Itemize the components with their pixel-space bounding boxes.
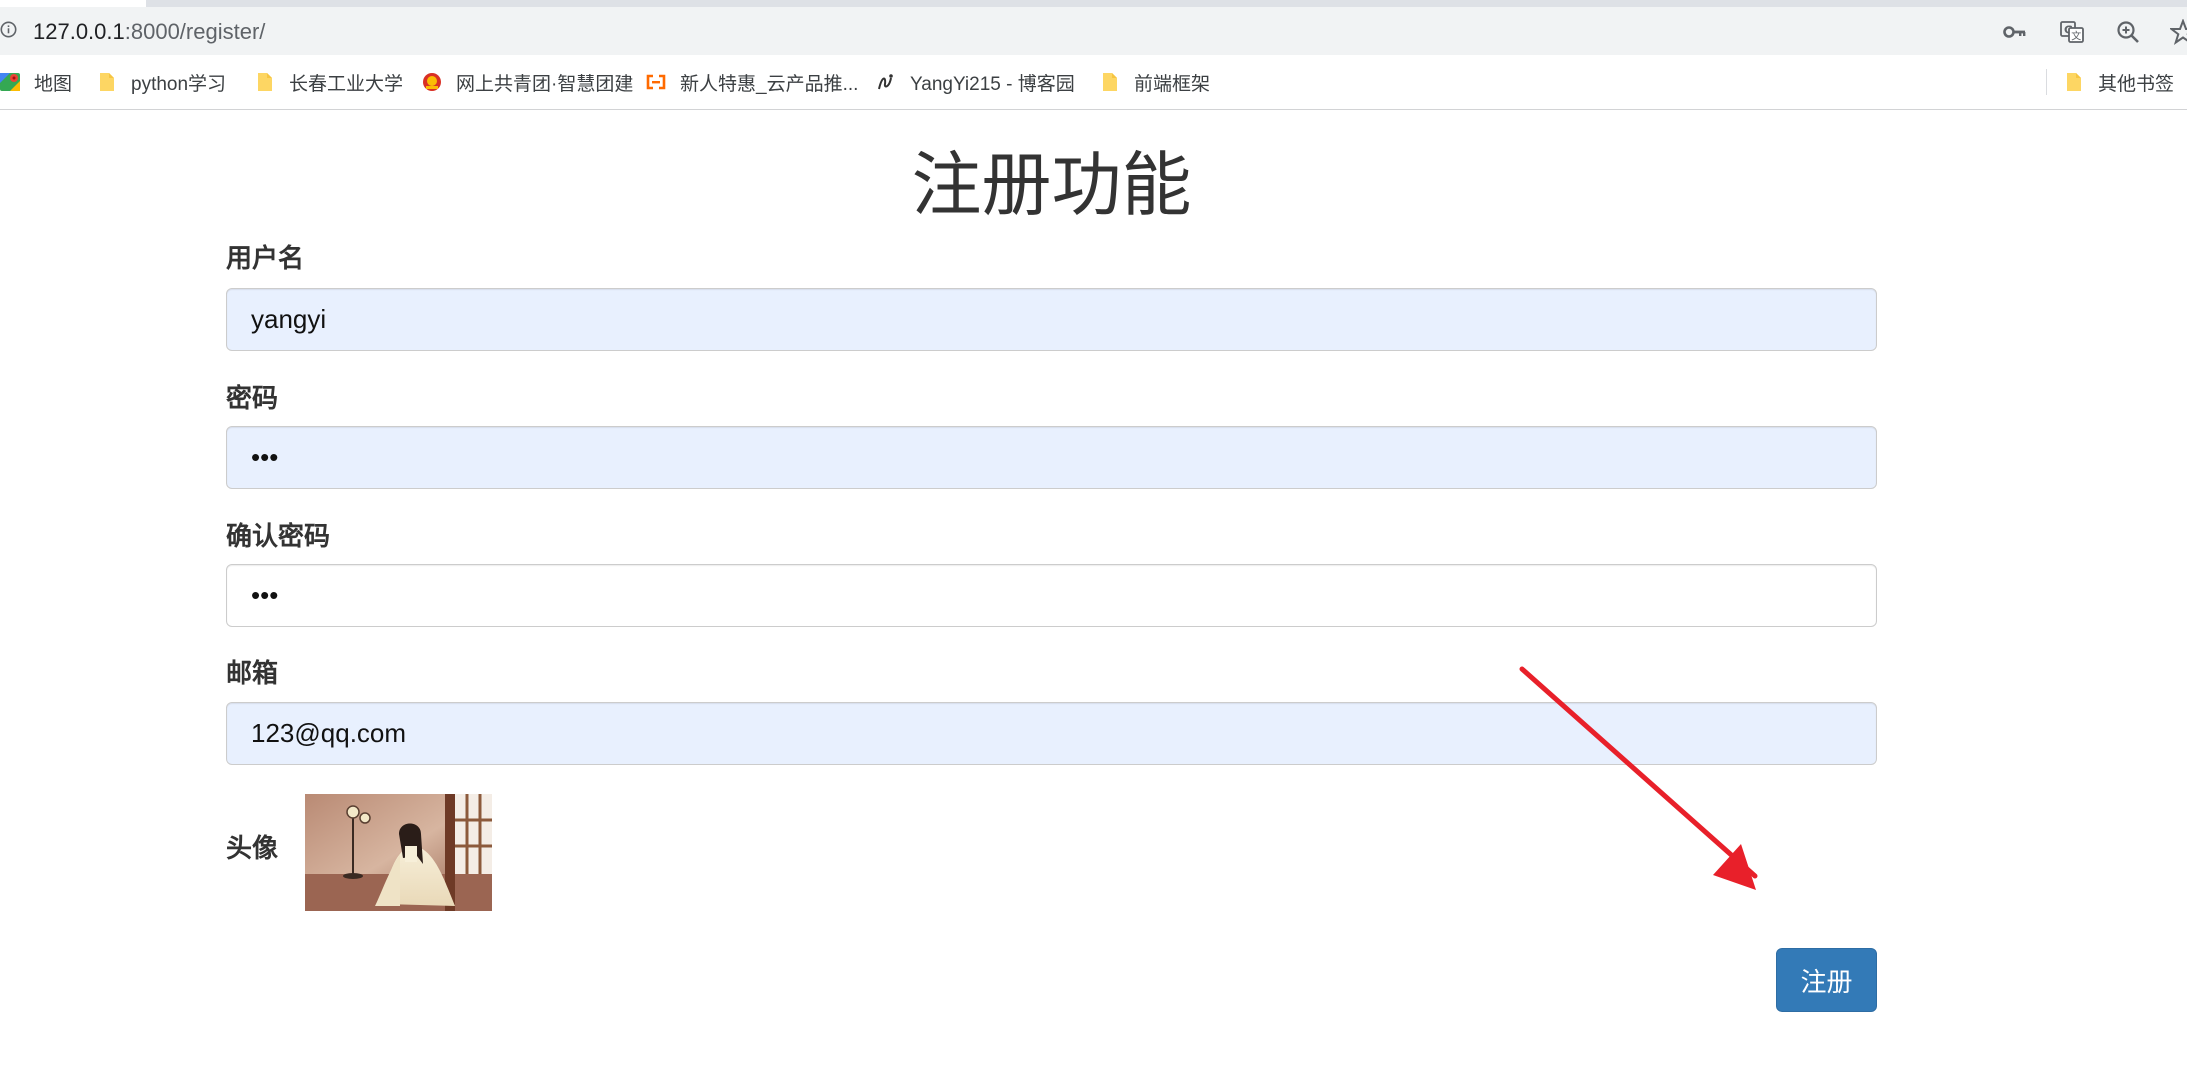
register-button[interactable]: 注册	[1776, 948, 1877, 1012]
address-bar[interactable]: 127.0.0.1:8000/register/ G 文	[0, 7, 2187, 55]
maps-icon	[0, 73, 20, 91]
bookmark-aliyun[interactable]: 新人特惠_云产品推...	[646, 55, 858, 109]
bookmark-frontend[interactable]: 前端框架	[1100, 55, 1210, 109]
bookmark-label: python学习	[131, 73, 227, 95]
tab-strip	[0, 0, 2187, 7]
svg-text:文: 文	[2071, 30, 2081, 43]
page-title: 注册功能	[911, 144, 1192, 226]
annotation-arrow-icon	[1519, 666, 1758, 890]
bookmark-python[interactable]: python学习	[97, 55, 226, 109]
url-host: 127.0.0.1	[33, 19, 125, 44]
youth-league-icon	[423, 73, 441, 91]
bookmark-ccut[interactable]: 长春工业大学	[255, 55, 403, 109]
folder-icon	[258, 73, 272, 91]
folder-icon	[100, 73, 114, 91]
star-icon[interactable]	[2170, 19, 2187, 45]
username-label: 用户名	[226, 244, 305, 274]
username-input[interactable]	[226, 288, 1877, 351]
translate-icon[interactable]: G 文	[2059, 19, 2085, 45]
confirm-password-input[interactable]	[226, 564, 1877, 627]
bookmarks-bar: 地图 python学习 长春工业大学 网上共青团·智慧团建 新人特惠_云产品推.…	[0, 55, 2187, 110]
bookmark-label: YangYi215 - 博客园	[910, 73, 1075, 95]
bookmark-cnblogs[interactable]: YangYi215 - 博客园	[876, 55, 1075, 109]
bookmark-maps[interactable]: 地图	[0, 55, 72, 109]
bookmark-youth-league[interactable]: 网上共青团·智慧团建	[422, 55, 633, 109]
active-tab[interactable]	[0, 0, 146, 7]
key-icon[interactable]	[2002, 19, 2028, 45]
bookmark-label: 前端框架	[1134, 73, 1211, 95]
folder-icon	[1103, 73, 1117, 91]
address-bar-actions: G 文	[1967, 7, 2187, 55]
bookmark-label: 其他书签	[2098, 73, 2175, 95]
bookmark-other[interactable]: 其他书签	[2064, 55, 2174, 109]
password-input[interactable]	[226, 426, 1877, 489]
bookmark-label: 地图	[34, 73, 73, 95]
bookmark-label: 长春工业大学	[289, 73, 404, 95]
cnblogs-icon	[878, 74, 893, 90]
aliyun-icon	[646, 74, 666, 90]
info-icon[interactable]	[0, 21, 17, 38]
password-label: 密码	[226, 384, 279, 414]
avatar-image[interactable]	[305, 794, 492, 911]
bookmark-label: 新人特惠_云产品推...	[680, 73, 859, 95]
bookmark-label: 网上共青团·智慧团建	[456, 73, 634, 95]
email-label: 邮箱	[226, 659, 279, 689]
bookmarks-separator	[2046, 69, 2047, 95]
avatar-label: 头像	[226, 834, 279, 864]
folder-icon	[2067, 73, 2081, 91]
url-path: :8000/register/	[124, 19, 266, 44]
url-text[interactable]: 127.0.0.1:8000/register/	[33, 19, 265, 45]
confirm-password-label: 确认密码	[226, 522, 331, 552]
zoom-icon[interactable]	[2115, 19, 2141, 45]
